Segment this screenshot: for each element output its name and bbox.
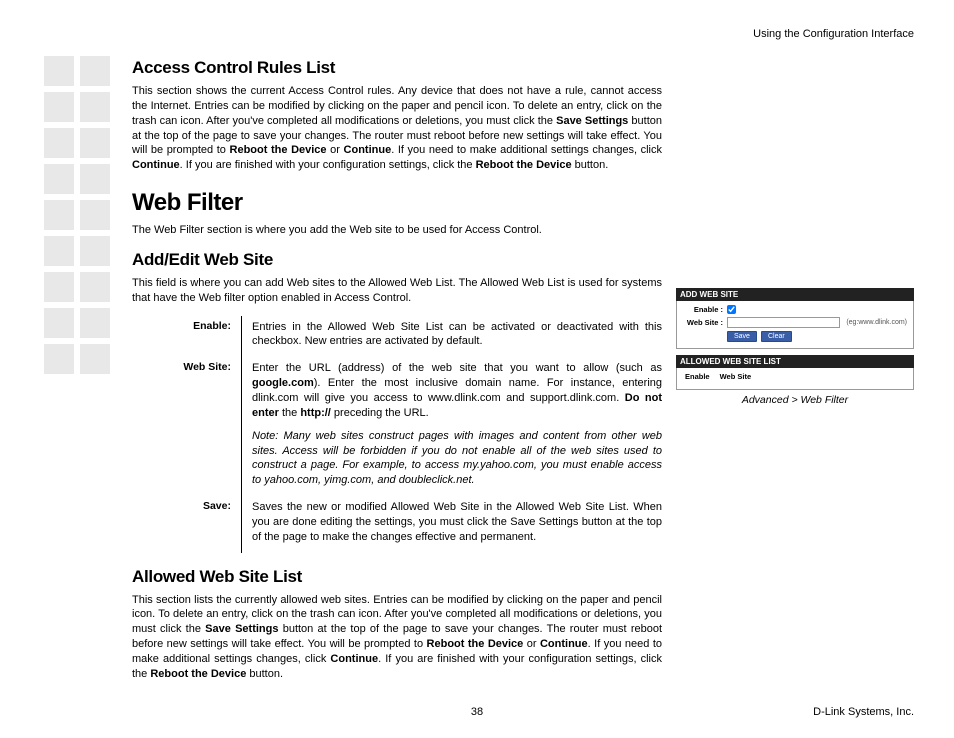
clear-button[interactable]: Clear — [761, 331, 792, 342]
panel-header-add: ADD WEB SITE — [676, 288, 914, 301]
col-header-enable: Enable — [685, 372, 710, 381]
definition-table: Enable: Entries in the Allowed Web Site … — [132, 316, 662, 553]
section-body-access-control: This section shows the current Access Co… — [132, 84, 662, 173]
add-edit-intro: This field is where you can add Web site… — [132, 276, 662, 306]
enable-checkbox[interactable] — [727, 305, 736, 314]
footer-company: D-Link Systems, Inc. — [813, 706, 914, 718]
website-input[interactable] — [727, 317, 840, 328]
screenshot-caption: Advanced > Web Filter — [676, 394, 914, 406]
col-header-website: Web Site — [720, 372, 752, 381]
website-note: Note: Many web sites construct pages wit… — [252, 429, 662, 488]
header-context: Using the Configuration Interface — [40, 28, 914, 40]
web-filter-intro: The Web Filter section is where you add … — [132, 223, 662, 238]
decorative-squares — [44, 56, 114, 380]
website-example: (eg:www.dlink.com) — [846, 319, 907, 326]
section-title-access-control: Access Control Rules List — [132, 58, 662, 78]
heading-web-filter: Web Filter — [132, 189, 662, 217]
save-button[interactable]: Save — [727, 331, 757, 342]
page-number: 38 — [471, 706, 483, 718]
def-label-website: Web Site: — [132, 357, 242, 496]
form-label-website: Web Site : — [683, 318, 723, 327]
screenshot-add-web-site: ADD WEB SITE Enable : Web Site : (eg:www… — [676, 288, 914, 406]
section-title-allowed-list: Allowed Web Site List — [132, 567, 662, 587]
section-title-add-edit: Add/Edit Web Site — [132, 250, 662, 270]
def-value-save: Saves the new or modified Allowed Web Si… — [242, 496, 662, 553]
allowed-list-body: This section lists the currently allowed… — [132, 593, 662, 682]
def-label-enable: Enable: — [132, 316, 242, 358]
def-value-enable: Entries in the Allowed Web Site List can… — [242, 316, 662, 358]
def-value-website: Enter the URL (address) of the web site … — [242, 357, 662, 496]
form-label-enable: Enable : — [683, 305, 723, 314]
def-label-save: Save: — [132, 496, 242, 553]
panel-header-list: ALLOWED WEB SITE LIST — [676, 355, 914, 368]
